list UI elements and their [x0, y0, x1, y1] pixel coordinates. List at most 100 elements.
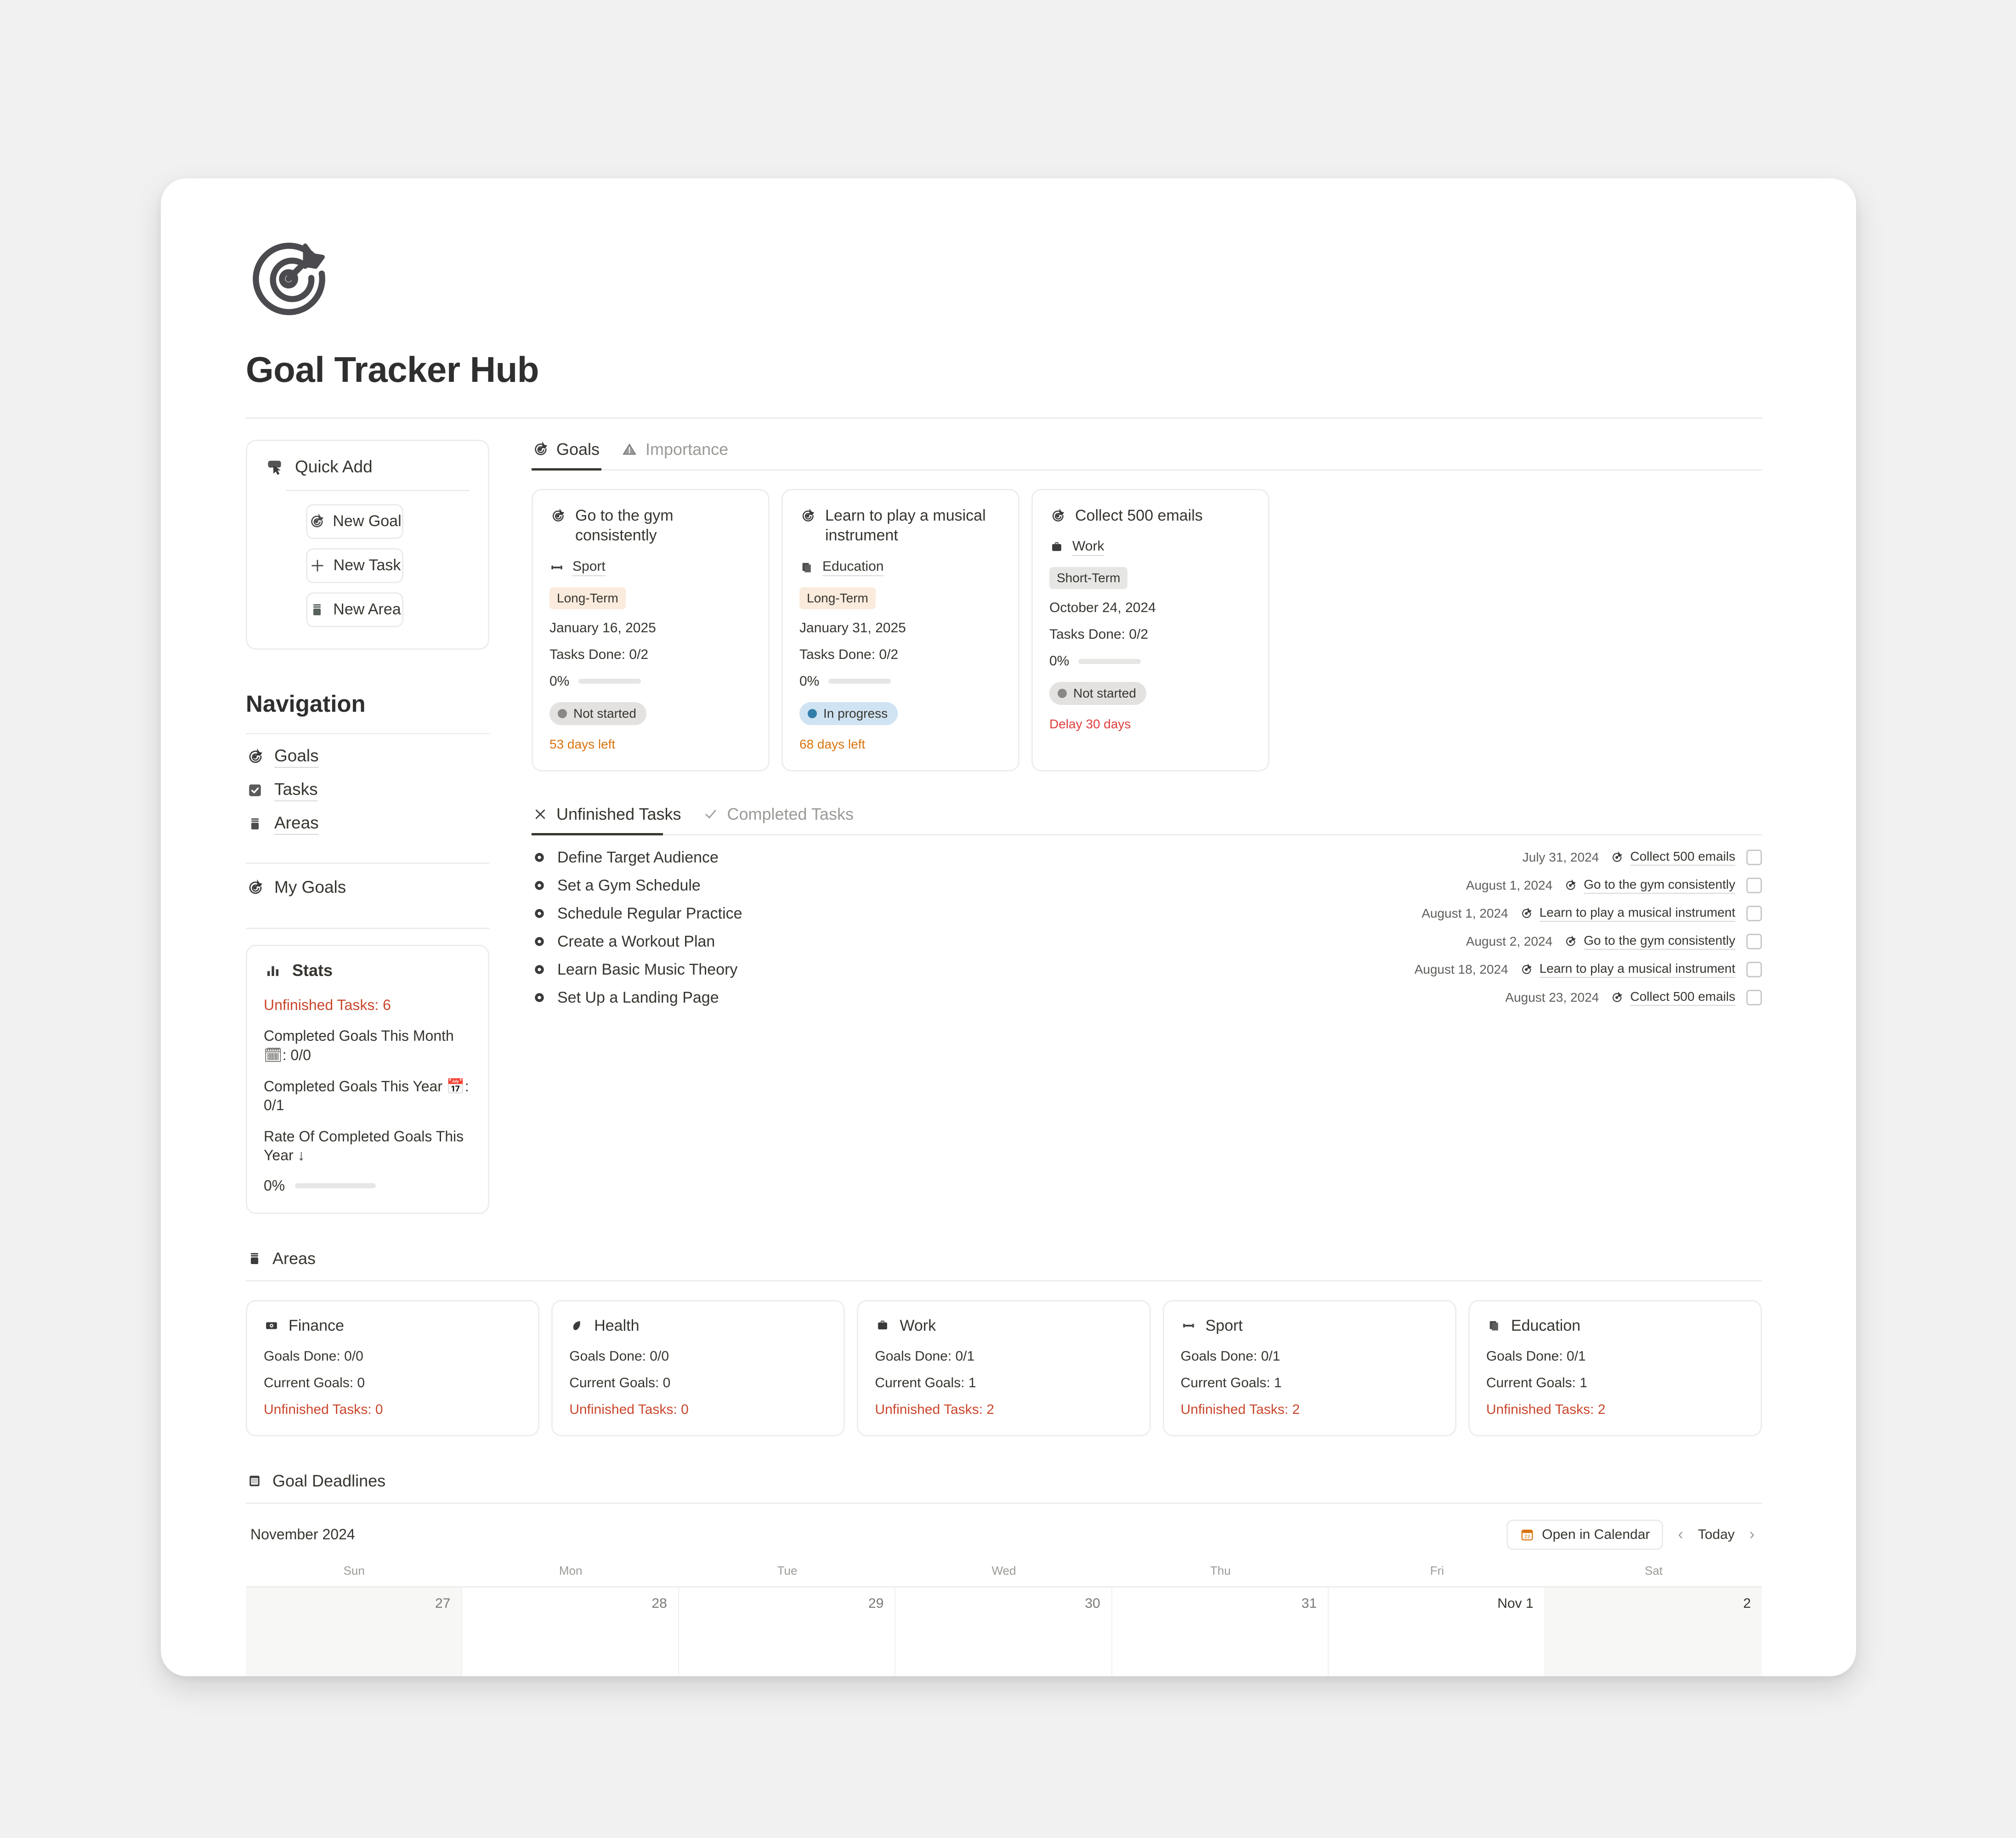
task-name: Learn Basic Music Theory	[557, 960, 738, 978]
tab-completed-tasks[interactable]: Completed Tasks	[702, 805, 854, 834]
goal-card[interactable]: Learn to play a musical instrument Educa…	[781, 488, 1019, 772]
open-in-calendar-label: Open in Calendar	[1542, 1526, 1650, 1542]
table-row[interactable]: Set a Gym Schedule August 1, 2024 Go to …	[532, 872, 1762, 900]
area-card[interactable]: Education Goals Done: 0/1 Current Goals:…	[1468, 1299, 1762, 1436]
tab-goals[interactable]: Goals	[532, 440, 600, 469]
task-name: Define Target Audience	[557, 848, 719, 866]
section-title: Goal Deadlines	[272, 1471, 386, 1490]
archive-icon	[308, 601, 326, 618]
calendar-next-button[interactable]: ›	[1747, 1526, 1757, 1543]
calendar-day-header: Sun	[343, 1563, 365, 1577]
table-row[interactable]: Create a Workout Plan August 2, 2024 Go …	[532, 928, 1762, 956]
new-goal-button[interactable]: New Goal	[306, 504, 403, 539]
task-goal-link[interactable]: Learn to play a musical instrument	[1519, 961, 1735, 978]
area-name: Work	[900, 1316, 936, 1334]
goal-deadline-note: Delay 30 days	[1049, 717, 1131, 732]
sidebar-item-areas[interactable]: Areas	[246, 813, 489, 835]
calendar-cell[interactable]: 29	[679, 1587, 896, 1676]
stat-rate-pct: 0%	[264, 1177, 285, 1194]
task-checkbox[interactable]	[1746, 990, 1762, 1006]
navigation-divider-bottom	[246, 927, 489, 929]
task-checkbox[interactable]	[1746, 850, 1762, 866]
area-card-grid: Finance Goals Done: 0/0 Current Goals: 0…	[246, 1299, 1762, 1436]
stat-rate-progress: 0%	[264, 1177, 471, 1194]
sidebar-item-tasks[interactable]: Tasks	[246, 780, 489, 801]
new-area-button[interactable]: New Area	[306, 592, 403, 627]
page-title: Goal Tracker Hub	[246, 349, 539, 390]
tab-unfinished-tasks[interactable]: Unfinished Tasks	[532, 805, 681, 834]
goal-card[interactable]: Collect 500 emails Work Short-Term Octob…	[1031, 488, 1269, 772]
svg-text:23: 23	[1524, 1534, 1530, 1539]
table-row[interactable]: Learn Basic Music Theory August 18, 2024…	[532, 956, 1762, 984]
task-goal-name: Collect 500 emails	[1630, 989, 1735, 1006]
task-goal-link[interactable]: Go to the gym consistently	[1563, 877, 1735, 894]
dumbbell-icon	[1181, 1318, 1196, 1333]
target-icon	[1049, 508, 1066, 524]
area-card[interactable]: Finance Goals Done: 0/0 Current Goals: 0…	[246, 1299, 540, 1436]
tab-label: Goals	[556, 439, 600, 459]
goal-area[interactable]: Work	[1072, 539, 1104, 556]
calendar-prev-button[interactable]: ‹	[1675, 1526, 1686, 1543]
calendar-month-label: November 2024	[250, 1526, 355, 1543]
target-icon	[799, 508, 816, 524]
main-content: Goals Importance Go to the gym consisten…	[532, 440, 1762, 1012]
sidebar-item-my-goals[interactable]: My Goals	[246, 878, 489, 898]
table-row[interactable]: Set Up a Landing Page August 23, 2024 Co…	[532, 984, 1762, 1012]
task-checkbox[interactable]	[1746, 934, 1762, 950]
goal-area[interactable]: Education	[822, 559, 884, 576]
target-icon	[308, 513, 325, 530]
task-name: Set Up a Landing Page	[557, 988, 719, 1006]
area-current-goals: Current Goals: 0	[569, 1375, 671, 1390]
new-task-button[interactable]: New Task	[306, 548, 403, 583]
calendar-cell[interactable]: 27	[246, 1587, 463, 1676]
calendar-cell[interactable]: Nov 1	[1329, 1587, 1546, 1676]
task-goal-link[interactable]: Go to the gym consistently	[1563, 933, 1735, 950]
task-goal-link[interactable]: Collect 500 emails	[1610, 989, 1735, 1006]
area-card[interactable]: Sport Goals Done: 0/1 Current Goals: 1 U…	[1162, 1299, 1456, 1436]
area-card[interactable]: Work Goals Done: 0/1 Current Goals: 1 Un…	[857, 1299, 1151, 1436]
calendar-today-button[interactable]: Today	[1698, 1527, 1735, 1543]
calendar-cell[interactable]: 2	[1545, 1587, 1762, 1676]
goal-term-badge: Long-Term	[799, 587, 876, 609]
calendar-day-number: Nov 1	[1497, 1595, 1534, 1611]
app-window: Goal Tracker Hub Quick Add New Goal New …	[161, 178, 1856, 1676]
books-icon	[1486, 1318, 1502, 1333]
tab-importance[interactable]: Importance	[621, 440, 728, 469]
calendar-cell[interactable]: 31	[1112, 1587, 1329, 1676]
task-date: August 1, 2024	[1421, 906, 1508, 921]
stat-completed-year: Completed Goals This Year 📅: 0/1	[264, 1078, 469, 1114]
calendar-date-icon: 23	[1520, 1527, 1535, 1542]
area-unfinished-tasks: Unfinished Tasks: 2	[1486, 1401, 1606, 1417]
area-unfinished-tasks: Unfinished Tasks: 0	[569, 1401, 689, 1417]
sidebar: Quick Add New Goal New Task New Area Nav…	[246, 439, 489, 1214]
status-badge: Not started	[1049, 682, 1146, 705]
task-checkbox[interactable]	[1746, 906, 1762, 922]
progress-bar-track	[578, 679, 641, 684]
task-goal-link[interactable]: Learn to play a musical instrument	[1519, 905, 1735, 922]
area-card[interactable]: Health Goals Done: 0/0 Current Goals: 0 …	[551, 1299, 845, 1436]
task-date: August 2, 2024	[1466, 934, 1553, 949]
table-row[interactable]: Define Target Audience July 31, 2024 Col…	[532, 844, 1762, 872]
page-scroll-area[interactable]: Goal Tracker Hub Quick Add New Goal New …	[161, 178, 1856, 1676]
sidebar-item-goals[interactable]: Goals	[246, 746, 489, 768]
check-icon	[702, 806, 719, 823]
status-label: Not started	[573, 706, 636, 720]
calendar-day-number: 30	[1085, 1595, 1100, 1611]
task-goal-link[interactable]: Collect 500 emails	[1610, 849, 1735, 866]
table-row[interactable]: Schedule Regular Practice August 1, 2024…	[532, 900, 1762, 928]
archive-icon	[246, 815, 264, 833]
calendar-day-header: Wed	[991, 1563, 1016, 1577]
task-checkbox[interactable]	[1746, 962, 1762, 978]
task-tabs: Unfinished Tasks Completed Tasks	[532, 805, 1762, 834]
goal-deadline-note: 53 days left	[549, 737, 616, 751]
open-in-calendar-button[interactable]: 23 Open in Calendar	[1506, 1519, 1664, 1550]
area-goals-done: Goals Done: 0/1	[1180, 1348, 1280, 1364]
warning-triangle-icon	[621, 441, 638, 458]
goal-card[interactable]: Go to the gym consistently Sport Long-Te…	[532, 488, 770, 772]
calendar-day-header: Thu	[1210, 1563, 1231, 1577]
task-checkbox[interactable]	[1746, 878, 1762, 894]
calendar-cell[interactable]: 30	[895, 1587, 1112, 1676]
calendar-cell[interactable]: 28	[462, 1587, 679, 1676]
task-goal-name: Go to the gym consistently	[1584, 877, 1735, 894]
goal-area[interactable]: Sport	[572, 559, 606, 576]
